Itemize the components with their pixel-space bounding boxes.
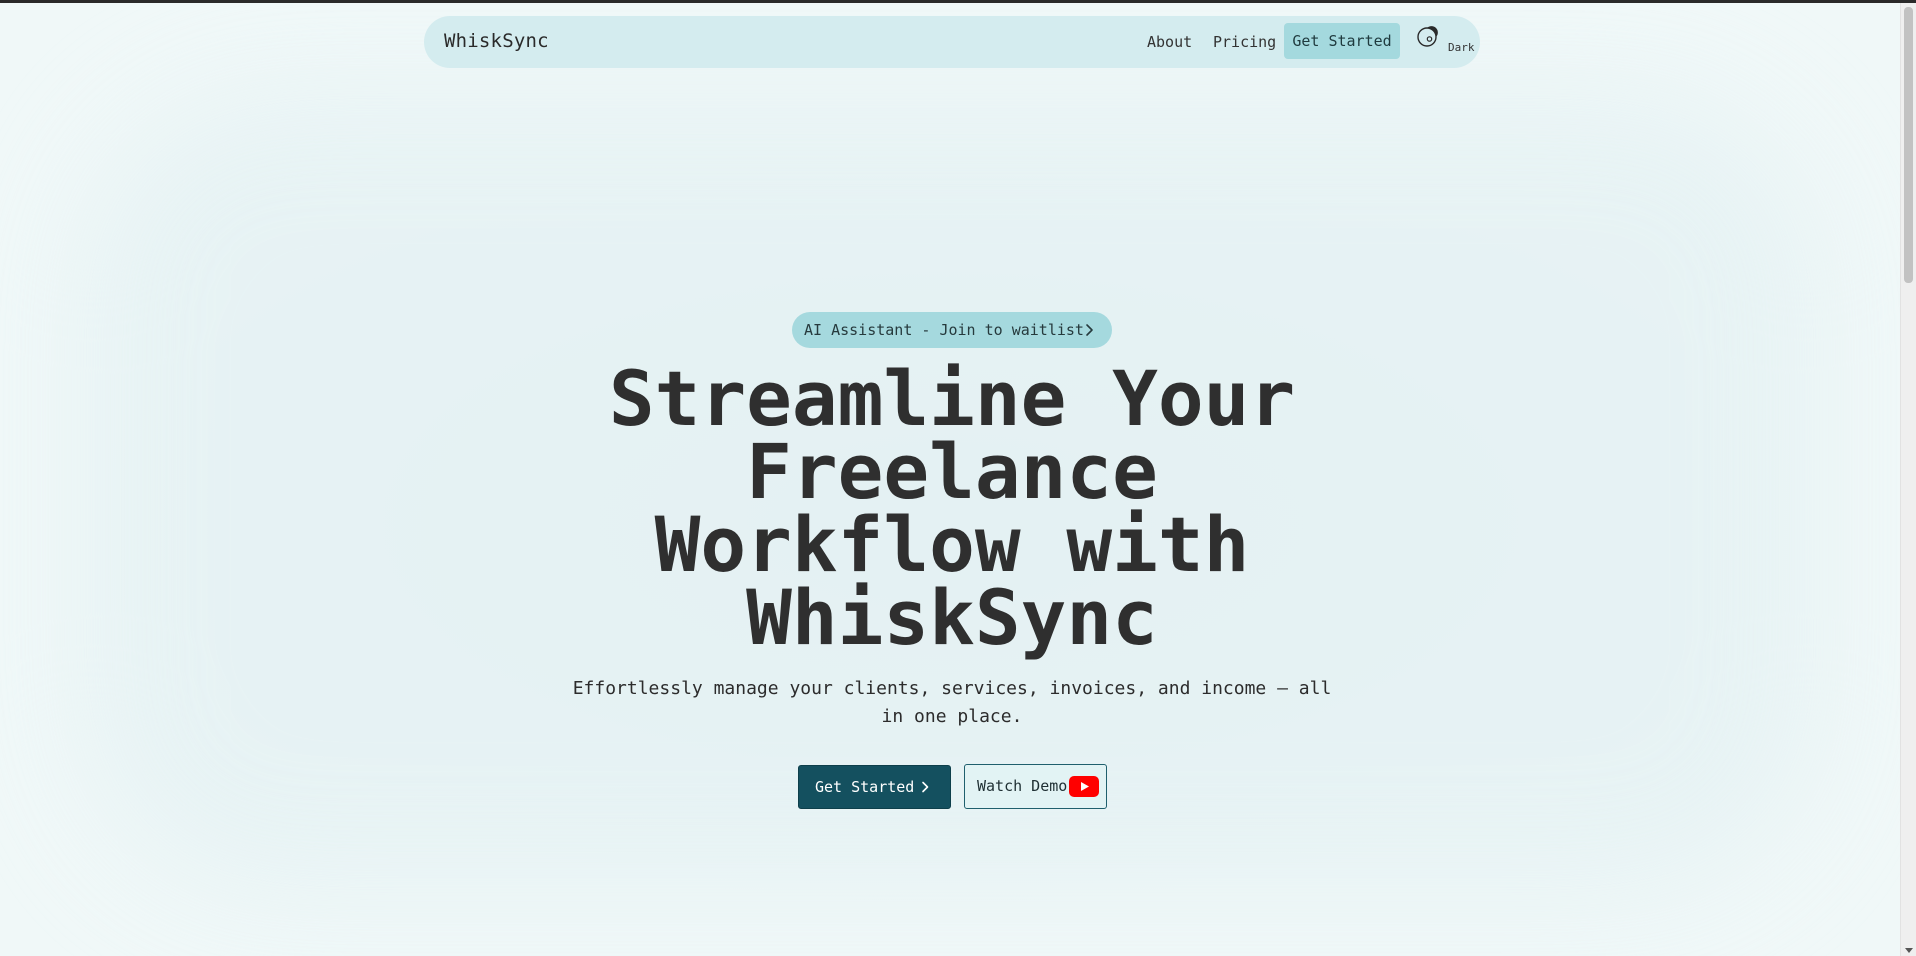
badge-label: AI Assistant - Join to waitlist (804, 321, 1084, 339)
get-started-label: Get Started (815, 778, 915, 796)
brand-logo[interactable]: WhiskSync (444, 30, 549, 52)
nav-link-pricing[interactable]: Pricing (1213, 33, 1276, 51)
youtube-icon (1069, 776, 1099, 797)
watch-demo-label: Watch Demo (977, 777, 1068, 795)
get-started-button[interactable]: Get Started (798, 765, 951, 809)
scrollbar[interactable] (1900, 3, 1916, 956)
hero-subheading: Effortlessly manage your clients, servic… (560, 675, 1344, 731)
watch-demo-button[interactable]: Watch Demo (964, 764, 1107, 809)
theme-toggle-button[interactable]: Dark (1416, 26, 1476, 60)
chevron-right-icon (1086, 324, 1093, 336)
moon-icon (1417, 26, 1438, 47)
scrollbar-thumb[interactable] (1904, 7, 1913, 283)
navbar: WhiskSync About Pricing Get Started Dark (424, 16, 1480, 68)
nav-link-about[interactable]: About (1147, 33, 1192, 51)
headline-line: WhiskSync (746, 573, 1158, 662)
subhead-line: in one place. (881, 706, 1023, 727)
nav-get-started-button[interactable]: Get Started (1284, 23, 1400, 59)
ai-assistant-waitlist-badge[interactable]: AI Assistant - Join to waitlist (792, 312, 1112, 348)
subhead-line: Effortlessly manage your clients, servic… (572, 678, 1332, 699)
chevron-right-icon (922, 781, 929, 793)
scroll-down-arrow[interactable] (1905, 948, 1913, 953)
theme-toggle-label: Dark (1448, 41, 1475, 54)
hero-headline: Streamline Your Freelance Workflow with … (560, 361, 1344, 656)
